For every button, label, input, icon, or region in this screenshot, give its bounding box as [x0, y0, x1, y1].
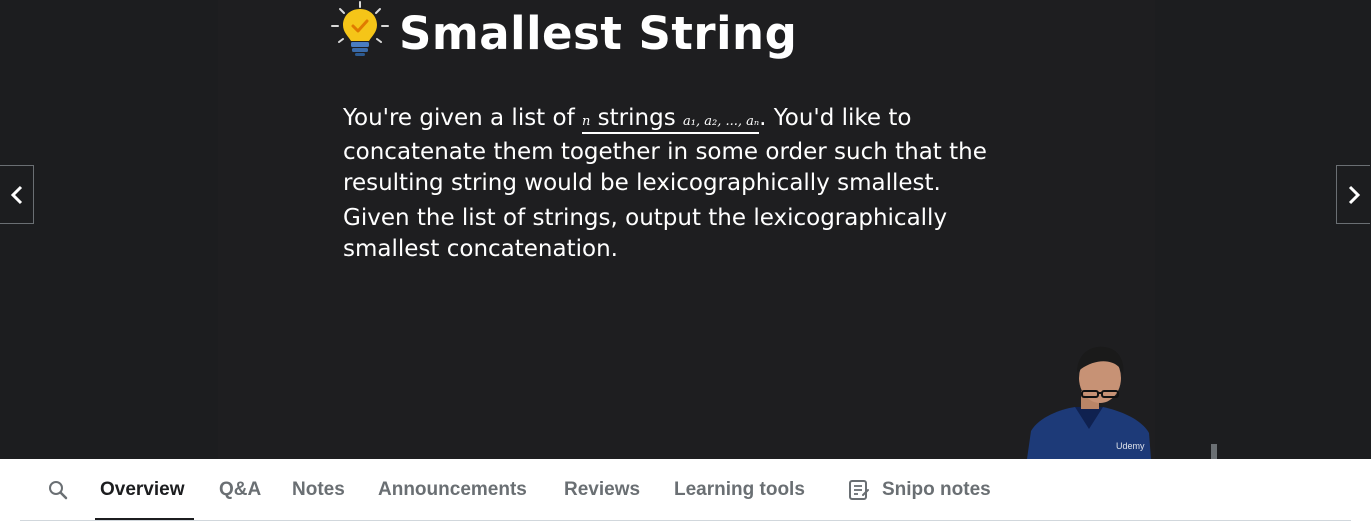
tab-announcements[interactable]: Announcements [378, 478, 527, 502]
statement-text: You're given a list of [343, 105, 582, 131]
problem-statement: You're given a list of n strings a₁, a₂,… [343, 103, 987, 199]
tab-notes[interactable]: Notes [292, 478, 345, 502]
statement-line-3: resulting string would be lexicographica… [343, 170, 941, 196]
notes-icon [849, 480, 869, 500]
statement-text: strings [590, 105, 684, 131]
tab-learning-tools[interactable]: Learning tools [674, 478, 805, 502]
player-scrollbar[interactable] [1211, 444, 1217, 459]
tab-overview[interactable]: Overview [100, 478, 185, 502]
chevron-left-icon [10, 185, 22, 204]
udemy-watermark: Udemy [1116, 441, 1145, 451]
task-line-1: Given the list of strings, output the le… [343, 205, 948, 231]
previous-lecture-button[interactable] [0, 165, 34, 224]
course-tab-bar: Overview Q&A Notes Announcements Reviews… [0, 459, 1371, 527]
chevron-right-icon [1348, 185, 1360, 204]
tab-qa[interactable]: Q&A [219, 478, 261, 502]
divider [20, 520, 1351, 521]
slide-title: Smallest String [399, 7, 798, 60]
search-icon[interactable] [47, 479, 69, 501]
underlined-phrase: n strings a₁, a₂, ..., aₙ [582, 105, 760, 134]
lightbulb-icon [331, 1, 389, 56]
statement-text: . You'd like to [759, 105, 912, 131]
statement-line-1: You're given a list of n strings a₁, a₂,… [343, 103, 987, 137]
next-lecture-button[interactable] [1336, 165, 1370, 224]
video-player[interactable]: Smallest String You're given a list of n… [0, 0, 1371, 459]
task-line-2: smallest concatenation. [343, 236, 618, 262]
statement-line-2: concatenate them together in some order … [343, 139, 987, 165]
tab-snipo-notes[interactable]: Snipo notes [882, 478, 991, 502]
tab-reviews[interactable]: Reviews [564, 478, 640, 502]
math-sequence: a₁, a₂, ..., aₙ [683, 114, 760, 129]
task-statement: Given the list of strings, output the le… [343, 203, 947, 265]
